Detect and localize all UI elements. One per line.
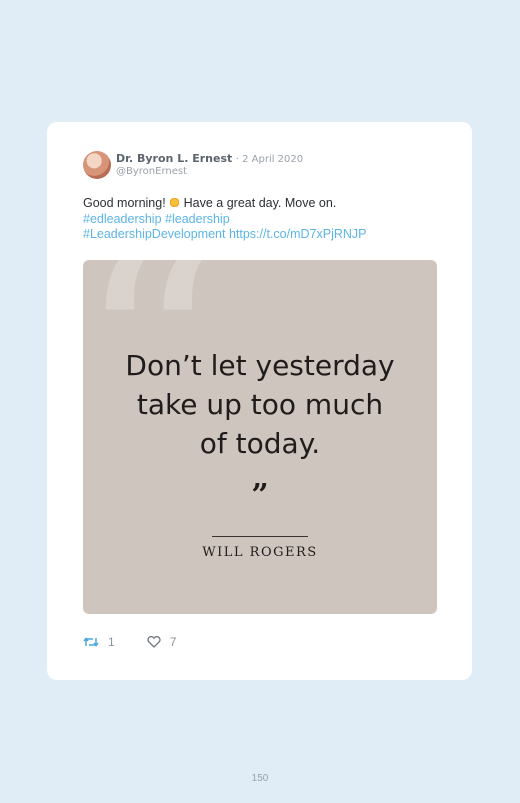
tweet-date[interactable]: · 2 April 2020 — [236, 154, 303, 165]
like-button[interactable]: 7 — [147, 635, 177, 649]
hashtag-leadership[interactable]: #leadership — [165, 212, 230, 226]
quote-author: WILL ROGERS — [202, 545, 318, 560]
author-line: Dr. Byron L. Ernest · 2 April 2020 — [116, 152, 303, 165]
quote-image[interactable]: “ Don’t let yesterday take up too much o… — [83, 260, 437, 614]
retweet-button[interactable]: 1 — [83, 635, 115, 649]
avatar[interactable] — [83, 151, 111, 179]
sun-emoji-icon — [169, 197, 181, 208]
tweet-link[interactable]: https://t.co/mD7xPjRNJP — [229, 227, 367, 241]
close-quote-mark: ” — [251, 478, 269, 513]
hashtag-leadershipdevelopment[interactable]: #LeadershipDevelopment — [83, 227, 225, 241]
quote-line-1: Don’t let yesterday — [125, 349, 395, 382]
tweet-text: Good morning! Have a great day. Move on.… — [83, 196, 443, 243]
heart-icon — [147, 636, 161, 648]
author-name[interactable]: Dr. Byron L. Ernest — [116, 152, 232, 165]
quote-text: Don’t let yesterday take up too much of … — [83, 346, 437, 463]
tweet-card: Dr. Byron L. Ernest · 2 April 2020 @Byro… — [47, 122, 472, 680]
tweet-actions: 1 7 — [83, 635, 208, 649]
quote-line-3: of today. — [199, 427, 321, 460]
tweet-text-prefix: Good morning! — [83, 196, 166, 210]
tweet-text-suffix: Have a great day. Move on. — [183, 196, 337, 210]
retweet-count: 1 — [108, 635, 115, 649]
retweet-icon — [83, 637, 99, 647]
author-handle[interactable]: @ByronErnest — [116, 166, 187, 177]
page-number: 150 — [251, 773, 269, 784]
hashtag-edleadership[interactable]: #edleadership — [83, 212, 162, 226]
like-count: 7 — [169, 635, 177, 649]
quote-divider — [212, 536, 308, 537]
quote-line-2: take up too much — [136, 388, 384, 421]
